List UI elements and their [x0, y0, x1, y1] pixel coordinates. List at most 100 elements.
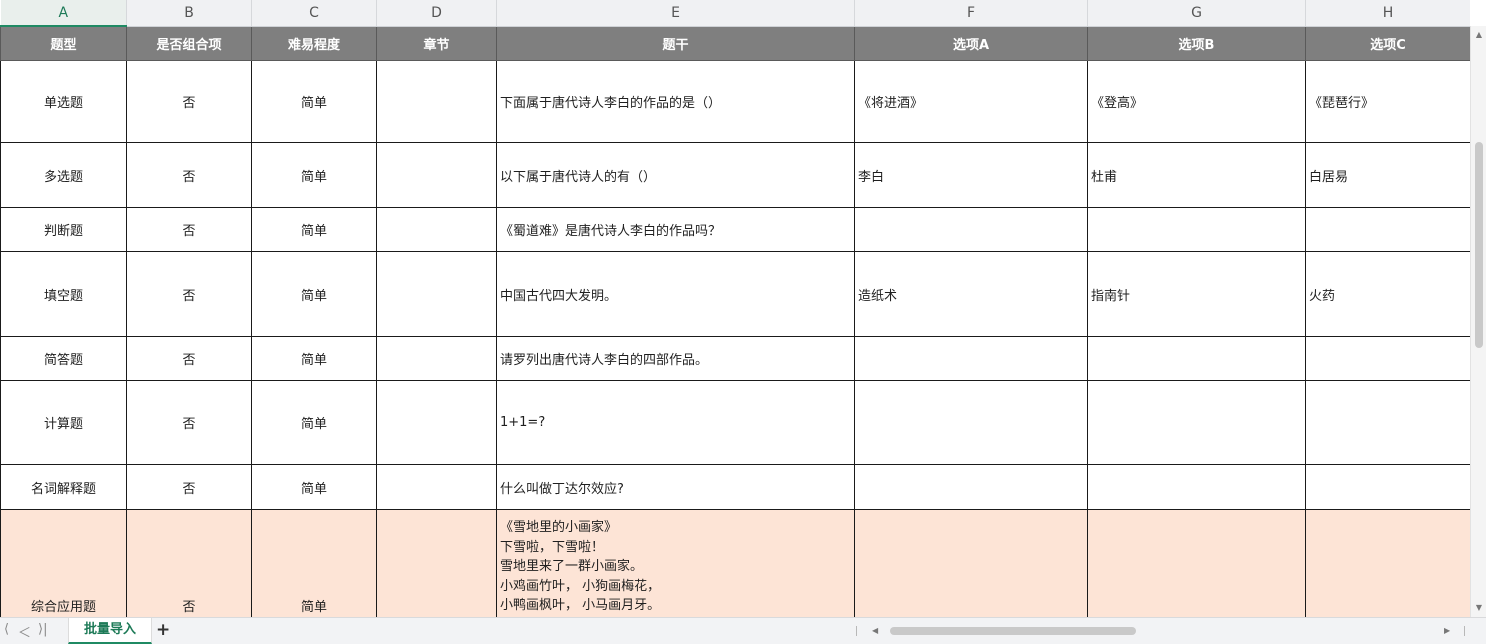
cell[interactable] [1305, 464, 1470, 510]
cell[interactable] [376, 380, 497, 465]
cell[interactable]: 《蜀道难》是唐代诗人李白的作品吗？ [496, 207, 855, 252]
header-cell-chapter[interactable]: 章节 [376, 25, 497, 61]
cell[interactable]: 什么叫做丁达尔效应? [496, 464, 855, 510]
column-header-f[interactable]: F [854, 0, 1088, 27]
cell[interactable]: 否 [126, 142, 252, 208]
table-row: 填空题 否 简单 中国古代四大发明。 造纸术 指南针 火药 [0, 251, 1470, 337]
column-header-a[interactable]: A [0, 0, 127, 27]
cell[interactable]: 否 [126, 380, 252, 465]
cell[interactable]: 《将进酒》 [854, 60, 1088, 143]
cell[interactable] [1305, 207, 1470, 252]
column-header-d[interactable]: D [376, 0, 497, 27]
cell[interactable]: 简单 [251, 380, 377, 465]
cell[interactable]: 下面属于唐代诗人李白的作品的是（） [496, 60, 855, 143]
cell[interactable] [376, 509, 497, 617]
cell[interactable]: 简单 [251, 207, 377, 252]
cell[interactable]: 否 [126, 509, 252, 617]
horizontal-scroll-thumb[interactable] [890, 627, 1136, 635]
cell[interactable] [1305, 509, 1470, 617]
cell[interactable] [1305, 336, 1470, 381]
cell[interactable]: 简单 [251, 142, 377, 208]
cell[interactable] [376, 336, 497, 381]
cell[interactable]: 火药 [1305, 251, 1470, 337]
cell[interactable]: 判断题 [0, 207, 127, 252]
cell[interactable]: 名词解释题 [0, 464, 127, 510]
cell[interactable]: 《琵琶行》 [1305, 60, 1470, 143]
cell[interactable]: 杜甫 [1087, 142, 1306, 208]
prev-sheet-icon[interactable]: ＜ [18, 622, 31, 641]
column-header-c[interactable]: C [251, 0, 377, 27]
scroll-right-icon[interactable]: ▶ [1444, 624, 1450, 638]
cell[interactable] [854, 509, 1088, 617]
cell[interactable]: 造纸术 [854, 251, 1088, 337]
cell[interactable]: 否 [126, 251, 252, 337]
cell[interactable] [1087, 509, 1306, 617]
cell[interactable] [376, 464, 497, 510]
scroll-down-icon[interactable]: ▼ [1471, 601, 1486, 615]
cell[interactable]: 以下属于唐代诗人的有（） [496, 142, 855, 208]
cell[interactable]: 简单 [251, 336, 377, 381]
table-row: 简答题 否 简单 请罗列出唐代诗人李白的四部作品。 [0, 336, 1470, 381]
column-header-h[interactable]: H [1305, 0, 1470, 27]
cell[interactable] [1087, 336, 1306, 381]
cell[interactable]: 否 [126, 464, 252, 510]
scroll-up-icon[interactable]: ▲ [1471, 28, 1486, 42]
cell[interactable]: 简答题 [0, 336, 127, 381]
cell[interactable]: 否 [126, 60, 252, 143]
cell[interactable]: 简单 [251, 509, 377, 617]
cell-multiline-stem[interactable]: 《雪地里的小画家》 下雪啦，下雪啦！ 雪地里来了一群小画家。 小鸡画竹叶， 小狗… [496, 509, 855, 617]
scroll-left-icon[interactable]: ◀ [872, 624, 878, 638]
cell[interactable]: 1+1=? [496, 380, 855, 465]
column-header-g[interactable]: G [1087, 0, 1306, 27]
column-header-e[interactable]: E [496, 0, 855, 27]
cell[interactable]: 否 [126, 207, 252, 252]
cell[interactable]: 综合应用题 [0, 509, 127, 617]
cell[interactable] [1305, 380, 1470, 465]
cell[interactable]: 《登高》 [1087, 60, 1306, 143]
table-row: 多选题 否 简单 以下属于唐代诗人的有（） 李白 杜甫 白居易 [0, 142, 1470, 208]
header-cell-difficulty[interactable]: 难易程度 [251, 25, 377, 61]
vertical-scroll-thumb[interactable] [1475, 142, 1483, 348]
cell[interactable] [376, 60, 497, 143]
cell[interactable]: 计算题 [0, 380, 127, 465]
cell[interactable]: 简单 [251, 251, 377, 337]
vertical-scrollbar[interactable]: ▲ ▼ [1470, 26, 1486, 617]
header-cell-type[interactable]: 题型 [0, 25, 127, 61]
cell[interactable]: 否 [126, 336, 252, 381]
add-sheet-icon[interactable]: + [156, 620, 170, 640]
cell[interactable]: 简单 [251, 60, 377, 143]
last-sheet-icon[interactable]: ⟩| [38, 622, 47, 637]
header-cell-option-a[interactable]: 选项A [854, 25, 1088, 61]
stem-line: 小鸡画竹叶， 小狗画梅花， [500, 578, 661, 594]
cell[interactable]: 多选题 [0, 142, 127, 208]
column-header-row: A B C D E F G H [0, 0, 1470, 27]
horizontal-scrollbar[interactable]: ◀ ▶ [856, 624, 1468, 638]
cell[interactable] [376, 142, 497, 208]
cell[interactable] [376, 207, 497, 252]
header-cell-stem[interactable]: 题干 [496, 25, 855, 61]
cell[interactable] [1087, 380, 1306, 465]
header-cell-combined[interactable]: 是否组合项 [126, 25, 252, 61]
header-cell-option-b[interactable]: 选项B [1087, 25, 1306, 61]
cell[interactable] [1087, 464, 1306, 510]
cell[interactable]: 简单 [251, 464, 377, 510]
cell[interactable] [854, 464, 1088, 510]
sheet-tab-batch-import[interactable]: 批量导入 [68, 618, 152, 644]
cell[interactable]: 指南针 [1087, 251, 1306, 337]
cell[interactable]: 白居易 [1305, 142, 1470, 208]
cell[interactable]: 填空题 [0, 251, 127, 337]
cell[interactable] [854, 380, 1088, 465]
stem-line: 下雪啦，下雪啦！ [500, 539, 605, 555]
cell[interactable]: 请罗列出唐代诗人李白的四部作品。 [496, 336, 855, 381]
cell[interactable]: 李白 [854, 142, 1088, 208]
column-header-b[interactable]: B [126, 0, 252, 27]
cell[interactable] [854, 336, 1088, 381]
header-cell-option-c[interactable]: 选项C [1305, 25, 1470, 61]
cell[interactable] [1087, 207, 1306, 252]
cell[interactable]: 中国古代四大发明。 [496, 251, 855, 337]
cell[interactable] [854, 207, 1088, 252]
first-sheet-icon[interactable]: ⟨ [4, 622, 9, 637]
stem-line: 小鸭画枫叶， 小马画月牙。 [500, 598, 661, 613]
cell[interactable]: 单选题 [0, 60, 127, 143]
cell[interactable] [376, 251, 497, 337]
